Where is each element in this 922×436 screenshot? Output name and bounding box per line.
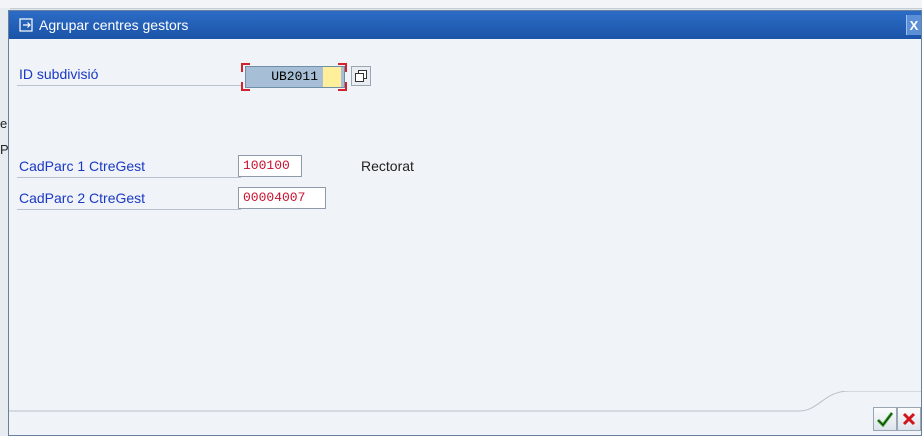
cadparc1-description: Rectorat bbox=[361, 158, 414, 174]
dialog-title-bar[interactable]: Agrupar centres gestors X bbox=[9, 11, 921, 39]
window-enter-icon bbox=[19, 18, 33, 32]
multiple-selection-button[interactable] bbox=[351, 66, 371, 86]
cancel-icon bbox=[902, 412, 916, 426]
cadparc2-input[interactable]: 00004007 bbox=[238, 187, 326, 209]
dialog-title: Agrupar centres gestors bbox=[39, 17, 189, 33]
copy-icon bbox=[355, 70, 367, 82]
focus-corner bbox=[338, 82, 347, 91]
close-button[interactable]: X bbox=[906, 15, 921, 35]
dialog-content: ID subdivisió UB2011 CadParc 1 CtreGest … bbox=[9, 39, 921, 391]
cancel-button[interactable] bbox=[897, 407, 921, 431]
close-icon: X bbox=[909, 17, 919, 33]
check-icon bbox=[876, 412, 894, 427]
cadparc1-label: CadParc 1 CtreGest bbox=[17, 155, 241, 178]
focus-corner bbox=[338, 63, 347, 72]
dialog-footer bbox=[9, 391, 921, 435]
focus-corner bbox=[241, 63, 250, 72]
subdivision-field[interactable]: UB2011 bbox=[241, 63, 347, 91]
confirm-button[interactable] bbox=[873, 407, 897, 431]
background-window-toolbar bbox=[0, 0, 922, 9]
background-text-fragment: e bbox=[0, 116, 8, 131]
cadparc1-input[interactable]: 100100 bbox=[238, 155, 302, 177]
cadparc2-label: CadParc 2 CtreGest bbox=[17, 187, 241, 210]
dialog-window: Agrupar centres gestors X ID subdivisió … bbox=[8, 10, 922, 436]
focus-corner bbox=[241, 82, 250, 91]
footer-divider bbox=[9, 391, 921, 412]
subdivision-label: ID subdivisió bbox=[17, 63, 241, 86]
